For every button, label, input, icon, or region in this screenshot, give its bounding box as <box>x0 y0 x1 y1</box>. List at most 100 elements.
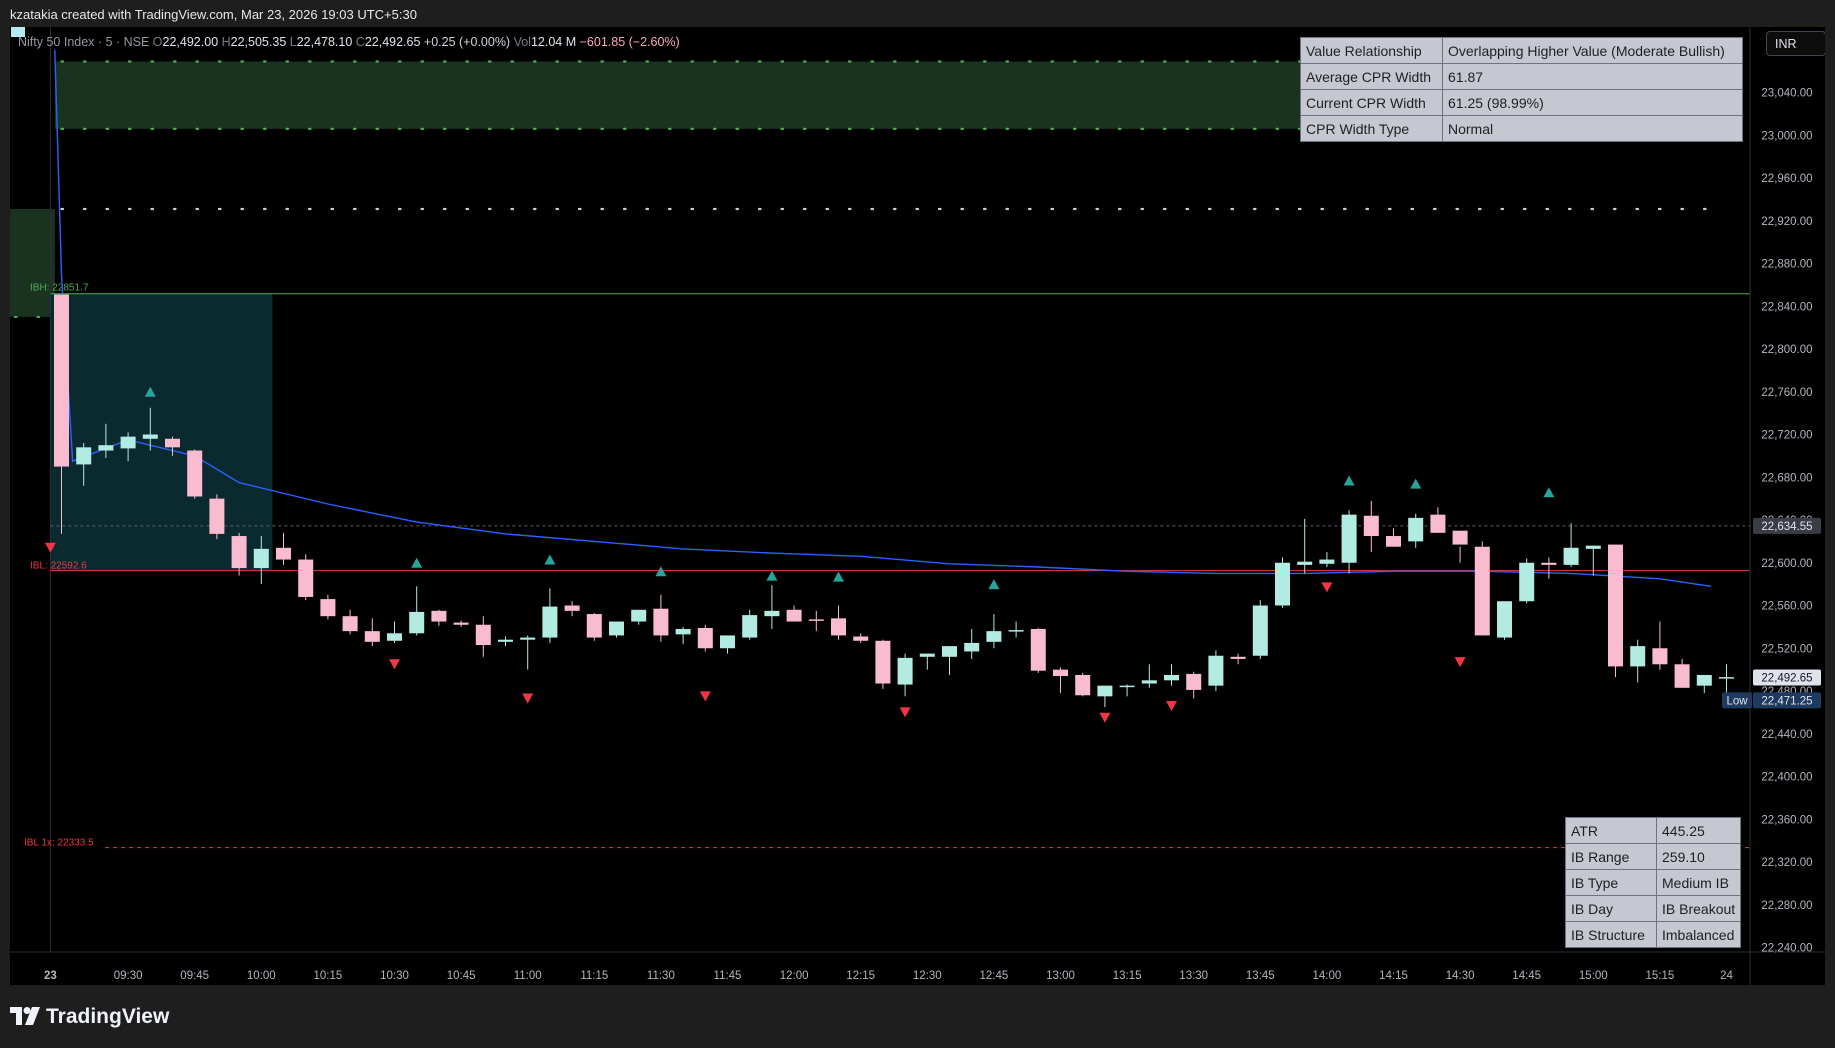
candle-body <box>520 637 536 640</box>
ibl-label: IBL: 22592.6 <box>30 561 87 572</box>
cpr-zone-prev <box>10 208 55 317</box>
tradingview-logo-icon <box>10 1007 40 1025</box>
sell-signal-marker <box>899 707 911 718</box>
symbol-name[interactable]: Nifty 50 Index · 5 · NSE <box>18 35 149 49</box>
candle-body <box>1363 515 1379 537</box>
tradingview-logo[interactable]: TradingView <box>10 1005 169 1029</box>
candle-body <box>1719 677 1734 679</box>
price-chart[interactable]: IBH: 22851.7 IBL: 22592.6 IBL 1x: 22333.5 2… <box>10 27 1825 985</box>
candle <box>1719 664 1734 694</box>
price-tick-label: 22,320.00 <box>1761 857 1812 869</box>
time-tick-label: 11:30 <box>647 970 675 982</box>
cpr-zone <box>54 61 1301 129</box>
chart-pane[interactable]: IBH: 22851.7 IBL: 22592.6 IBL 1x: 22333.5 2… <box>10 27 1825 985</box>
time-tick-label: 11:45 <box>714 970 742 982</box>
candle <box>653 594 669 642</box>
table-row: Average CPR Width 61.87 <box>1300 63 1743 90</box>
candle-body <box>1630 646 1646 667</box>
candle-body <box>142 434 158 439</box>
price-tick-label: 22,360.00 <box>1761 814 1812 826</box>
candle <box>808 610 824 632</box>
candle-body <box>298 559 314 597</box>
time-tick-label: 13:00 <box>1046 970 1075 982</box>
candle-body <box>697 627 713 649</box>
price-label-text: 22,492.65 <box>1761 672 1812 684</box>
sell-signal-marker <box>389 659 400 670</box>
price-tick-label: 23,040.00 <box>1761 88 1812 100</box>
brand-name: TradingView <box>46 1005 170 1028</box>
candle <box>1341 510 1357 574</box>
cpr-value: 61.87 <box>1442 63 1743 90</box>
price-tick-label: 22,720.00 <box>1761 430 1812 442</box>
cpr-label: CPR Width Type <box>1300 115 1443 142</box>
price-label-text: 22,634.55 <box>1761 521 1812 533</box>
candle <box>1297 518 1313 574</box>
candle-body <box>1341 514 1357 563</box>
sell-signal-marker <box>1321 582 1333 593</box>
time-tick-label: 09:45 <box>180 970 209 982</box>
buy-signal-marker <box>655 566 667 577</box>
candle-body <box>1097 685 1113 697</box>
candle-body <box>808 619 824 621</box>
price-tick-label: 22,280.00 <box>1761 900 1812 912</box>
candle <box>1252 600 1268 659</box>
sell-signal-marker <box>1099 712 1111 723</box>
ib-label: IB Type <box>1565 869 1657 896</box>
time-tick-label: 14:45 <box>1512 970 1541 982</box>
currency-button[interactable]: INR <box>1766 31 1825 56</box>
candle-body <box>720 635 735 649</box>
candle-body <box>253 548 269 569</box>
candle-body <box>1608 544 1623 667</box>
candle <box>1519 558 1535 604</box>
candle-body <box>1696 674 1712 686</box>
candle-body <box>1008 630 1024 632</box>
candle-body <box>1186 673 1202 690</box>
candle <box>1275 557 1290 608</box>
ib-info-table: ATR 445.25 IB Range 259.10 IB Type Medium I… <box>1565 817 1742 948</box>
candle <box>742 609 758 640</box>
candle-body <box>1164 674 1179 681</box>
candle <box>1363 500 1379 553</box>
candle-body <box>1674 664 1690 688</box>
volume-change: −601.85 (−2.60%) <box>579 35 680 49</box>
ib-label: IB Structure <box>1565 921 1657 948</box>
table-row: IB Structure Imbalanced <box>1565 921 1742 948</box>
time-tick-label: 09:30 <box>114 970 143 982</box>
candle-body <box>853 636 869 641</box>
cpr-label: Value Relationship <box>1300 37 1443 64</box>
cpr-value: Normal <box>1442 115 1743 142</box>
buy-signal-marker <box>1410 478 1422 489</box>
candle <box>697 624 713 652</box>
candle-body <box>276 547 291 560</box>
candle-body <box>1652 648 1668 665</box>
table-row: Value Relationship Overlapping Higher Val… <box>1300 37 1743 64</box>
table-row: IB Range 259.10 <box>1565 843 1742 870</box>
time-tick-label: 14:00 <box>1313 970 1342 982</box>
price-tick-label: 22,960.00 <box>1761 173 1812 185</box>
candle <box>320 594 336 620</box>
low-label: L <box>289 35 297 49</box>
candle <box>364 618 380 647</box>
price-tick-label: 22,240.00 <box>1761 943 1812 955</box>
low-value: 22,478.10 <box>296 35 353 49</box>
volume-value: 12.04 M <box>530 35 577 49</box>
candle <box>1141 664 1157 688</box>
candle-body <box>586 614 602 638</box>
candle <box>1208 650 1224 691</box>
candle-body <box>1297 561 1313 565</box>
candle <box>387 621 402 643</box>
candle <box>1008 621 1024 638</box>
price-tick-label: 22,760.00 <box>1761 387 1812 399</box>
candle <box>409 586 425 636</box>
candle-body <box>675 629 691 635</box>
table-row: ATR 445.25 <box>1565 817 1742 844</box>
price-tick-label: 22,800.00 <box>1761 344 1812 356</box>
price-tick-label: 22,680.00 <box>1761 472 1812 484</box>
candle <box>1319 552 1335 568</box>
candle-body <box>653 608 669 636</box>
candle-body <box>453 622 469 625</box>
sell-signal-marker <box>1454 657 1466 668</box>
candle-body <box>1563 547 1579 565</box>
ib-label: IB Day <box>1565 895 1657 922</box>
candle <box>1030 627 1046 673</box>
